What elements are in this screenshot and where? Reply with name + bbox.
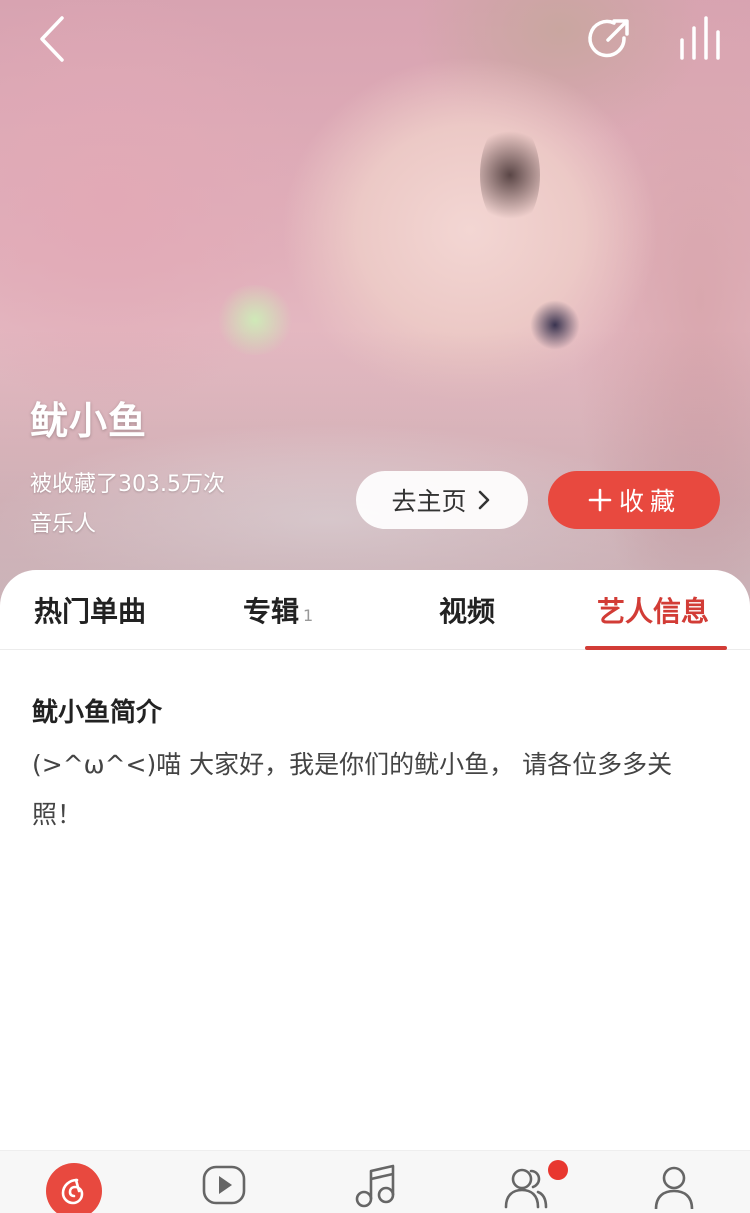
bottom-navigation (0, 1150, 750, 1213)
tab-label: 专辑 (243, 595, 300, 628)
go-homepage-button[interactable]: 去主页 (356, 471, 528, 529)
album-count: 1 (303, 606, 314, 625)
tab-artist-info[interactable]: 艺人信息 (597, 592, 709, 632)
tab-label: 热门单曲 (34, 595, 147, 628)
share-button[interactable] (584, 14, 634, 64)
equalizer-icon (680, 16, 720, 60)
active-tab-indicator (585, 646, 727, 650)
nav-discover[interactable] (46, 1163, 102, 1213)
netease-music-logo-icon (61, 1178, 84, 1205)
share-icon (588, 19, 629, 58)
friends-icon (504, 1168, 548, 1209)
tab-videos[interactable]: 视频 (439, 592, 495, 632)
chevron-right-icon (478, 490, 489, 510)
artist-hero-image (0, 0, 750, 640)
tab-albums[interactable]: 专辑 1 (243, 592, 313, 632)
nav-friends[interactable] (496, 1163, 552, 1213)
go-homepage-label: 去主页 (391, 487, 467, 516)
chevron-left-icon (40, 16, 64, 62)
music-note-icon (355, 1164, 395, 1208)
tab-hot-songs[interactable]: 热门单曲 (34, 592, 146, 632)
tab-label: 视频 (439, 595, 496, 628)
back-button[interactable] (28, 14, 78, 64)
favorite-button[interactable]: 收藏 (548, 471, 720, 529)
favorite-label: 收藏 (618, 487, 681, 516)
plus-icon (588, 488, 612, 512)
intro-title: 鱿小鱼简介 (32, 698, 163, 728)
video-play-icon (202, 1165, 246, 1205)
nav-video[interactable] (196, 1163, 252, 1213)
profile-icon (654, 1166, 694, 1209)
favorite-count: 被收藏了303.5万次 (30, 472, 225, 497)
now-playing-button[interactable] (676, 14, 726, 64)
nav-music[interactable] (346, 1163, 402, 1213)
artist-name: 鱿小鱼 (30, 399, 148, 443)
content-panel: 热门单曲 专辑 1 视频 艺人信息 鱿小鱼简介 (>^ω^<)喵 大家好，我是你们… (0, 570, 750, 1150)
tab-label: 艺人信息 (597, 595, 710, 628)
nav-profile[interactable] (646, 1163, 702, 1213)
artist-role: 音乐人 (30, 512, 97, 537)
tab-bar: 热门单曲 专辑 1 视频 艺人信息 (0, 570, 750, 650)
notification-badge (548, 1160, 568, 1180)
intro-text: (>^ω^<)喵 大家好，我是你们的鱿小鱼， 请各位多多关照！ (32, 750, 673, 829)
